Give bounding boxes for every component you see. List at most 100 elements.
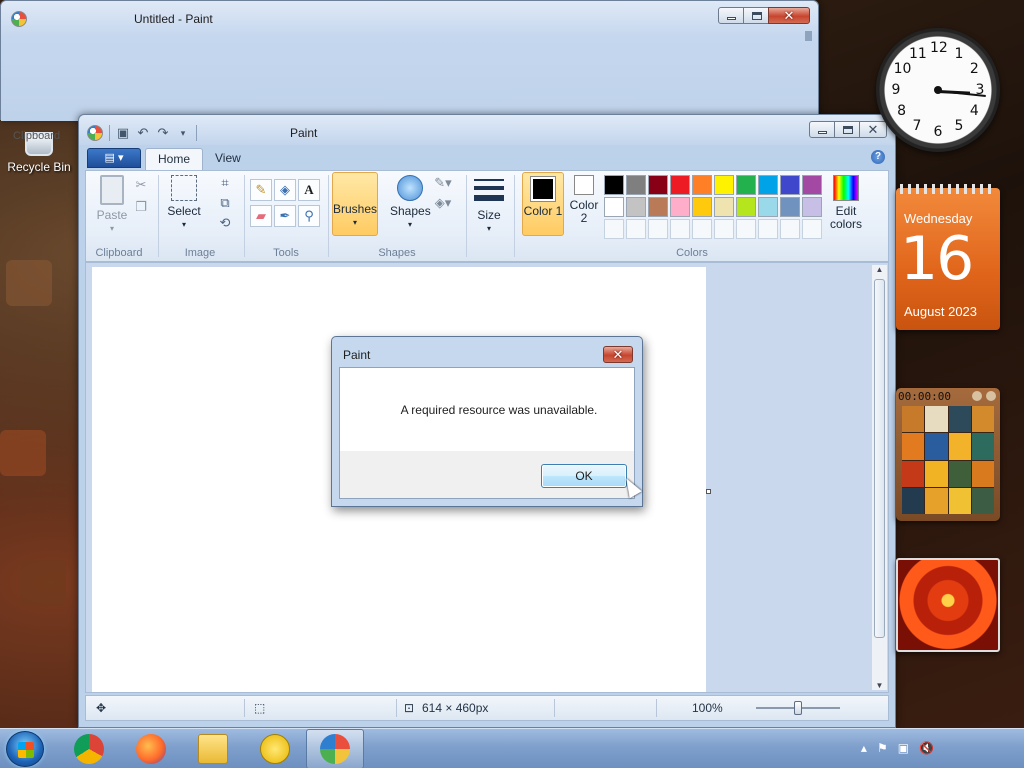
minimize-button[interactable] — [718, 7, 744, 24]
color-swatch[interactable] — [714, 197, 734, 217]
color-picker-icon[interactable]: ✒ — [274, 205, 296, 227]
system-tray: ▴ ⚑ ▣ 🔇 — [861, 741, 934, 755]
edit-colors-button[interactable]: Edit colors — [828, 175, 864, 231]
select-icon — [171, 175, 197, 201]
custom-color-slot[interactable] — [626, 219, 646, 239]
color-swatch[interactable] — [670, 197, 690, 217]
color2-button[interactable]: Color 2 — [566, 175, 602, 225]
custom-color-slot[interactable] — [714, 219, 734, 239]
color-swatch[interactable] — [626, 197, 646, 217]
resize-icon[interactable]: ⧉ — [214, 193, 236, 213]
paint-app-icon[interactable] — [87, 125, 103, 141]
taskbar-explorer[interactable] — [184, 729, 242, 768]
puzzle-help-icon[interactable] — [972, 391, 982, 401]
color-swatch[interactable] — [692, 197, 712, 217]
undo-icon[interactable]: ↶ — [136, 126, 150, 140]
tab-view[interactable]: View — [203, 148, 253, 170]
color-swatch[interactable] — [758, 197, 778, 217]
fill-shape-icon[interactable]: ◈▾ — [432, 193, 454, 213]
paint-titlebar[interactable]: ▣ ↶ ↷ ▾ Paint ✕ — [79, 115, 895, 145]
puzzle-grid[interactable] — [902, 406, 994, 514]
close-button[interactable]: ✕ — [768, 7, 810, 24]
color-swatch[interactable] — [692, 175, 712, 195]
taskbar-firefox[interactable] — [122, 729, 180, 768]
maximize-button[interactable] — [743, 7, 769, 24]
error-dialog[interactable]: Paint ✕ A required resource was unavaila… — [331, 336, 643, 507]
close-button[interactable]: ✕ — [859, 121, 887, 138]
scroll-up-icon[interactable]: ▲ — [872, 265, 887, 274]
scrollbar-thumb[interactable] — [874, 279, 885, 638]
color-swatch[interactable] — [780, 175, 800, 195]
color-swatch[interactable] — [604, 175, 624, 195]
taskbar-chat[interactable] — [246, 729, 304, 768]
custom-color-slot[interactable] — [692, 219, 712, 239]
color-swatch[interactable] — [780, 197, 800, 217]
clock-gadget[interactable]: 12 1 2 3 4 5 6 7 8 9 10 11 — [876, 28, 1000, 152]
tab-home[interactable]: Home — [145, 148, 204, 170]
scroll-down-icon[interactable]: ▼ — [872, 681, 887, 690]
tools-group: ✎ ◈ A ▰ ✒ ⚲ Tools — [246, 171, 326, 261]
color-swatch[interactable] — [604, 197, 624, 217]
custom-color-slot[interactable] — [758, 219, 778, 239]
color-swatch[interactable] — [802, 197, 822, 217]
copy-icon[interactable]: ❐ — [130, 197, 152, 217]
ribbon: Paste ▾ ✂ ❐ Clipboard Select ▾ ⌗ ⧉ ⟲ Ima… — [85, 170, 889, 262]
picture-puzzle-gadget[interactable]: 00:00:00 — [896, 388, 1000, 521]
cut-icon[interactable]: ✂ — [130, 175, 152, 195]
calendar-gadget[interactable]: Wednesday 16 August 2023 — [896, 184, 1000, 330]
paste-button[interactable]: Paste ▾ — [94, 175, 130, 235]
volume-muted-icon[interactable]: 🔇 — [919, 741, 934, 755]
pencil-icon[interactable]: ✎ — [250, 179, 272, 201]
background-paint-window[interactable]: Untitled - Paint ✕ Clipboard — [0, 0, 819, 142]
color-swatch[interactable] — [802, 175, 822, 195]
color-swatch[interactable] — [648, 175, 668, 195]
minimize-button[interactable] — [809, 121, 835, 138]
custom-color-slot[interactable] — [604, 219, 624, 239]
color-swatch[interactable] — [736, 197, 756, 217]
color-swatch[interactable] — [714, 175, 734, 195]
magnifier-icon[interactable]: ⚲ — [298, 205, 320, 227]
zoom-slider-thumb[interactable] — [794, 701, 802, 715]
custom-color-slot[interactable] — [648, 219, 668, 239]
customize-qat-icon[interactable]: ▾ — [176, 126, 190, 140]
taskbar-chrome[interactable] — [60, 729, 118, 768]
puzzle-settings-icon[interactable] — [986, 391, 996, 401]
paint-menu-button[interactable]: ▤ ▾ — [87, 148, 141, 168]
network-icon[interactable]: ▣ — [898, 741, 909, 755]
custom-color-slot[interactable] — [670, 219, 690, 239]
custom-color-slot[interactable] — [802, 219, 822, 239]
start-button[interactable] — [6, 731, 44, 767]
color-swatch[interactable] — [670, 175, 690, 195]
vertical-scrollbar[interactable]: ▲ ▼ — [872, 265, 887, 690]
canvas-resize-handle[interactable] — [706, 489, 711, 494]
size-button[interactable]: Size ▾ — [472, 179, 506, 235]
color-swatch[interactable] — [758, 175, 778, 195]
text-tool-icon[interactable]: A — [298, 179, 320, 201]
brushes-button[interactable]: Brushes ▾ — [332, 172, 378, 236]
rotate-icon[interactable]: ⟲ — [214, 213, 236, 233]
taskbar-paint[interactable] — [306, 729, 364, 768]
outline-icon[interactable]: ✎▾ — [432, 173, 454, 193]
slideshow-gadget[interactable] — [896, 558, 1000, 652]
ok-button[interactable]: OK — [541, 464, 627, 488]
dialog-close-button[interactable]: ✕ — [603, 346, 633, 363]
background-window-titlebar[interactable]: Untitled - Paint ✕ Clipboard — [1, 1, 818, 142]
color-swatch[interactable] — [626, 175, 646, 195]
redo-icon[interactable]: ↷ — [156, 126, 170, 140]
action-center-icon[interactable]: ⚑ — [877, 741, 888, 755]
fill-icon[interactable]: ◈ — [274, 179, 296, 201]
color-swatch[interactable] — [648, 197, 668, 217]
eraser-icon[interactable]: ▰ — [250, 205, 272, 227]
crop-icon[interactable]: ⌗ — [214, 173, 236, 193]
color1-button[interactable]: Color 1 — [522, 172, 564, 236]
help-icon[interactable]: ? — [871, 150, 885, 164]
shapes-button[interactable]: Shapes ▾ — [390, 175, 431, 231]
custom-color-slot[interactable] — [736, 219, 756, 239]
maximize-button[interactable] — [834, 121, 860, 138]
custom-color-slot[interactable] — [780, 219, 800, 239]
tray-expand-icon[interactable]: ▴ — [861, 741, 867, 755]
divider — [656, 699, 657, 717]
select-button[interactable]: Select ▾ — [164, 175, 204, 231]
save-icon[interactable]: ▣ — [116, 126, 130, 140]
color-swatch[interactable] — [736, 175, 756, 195]
